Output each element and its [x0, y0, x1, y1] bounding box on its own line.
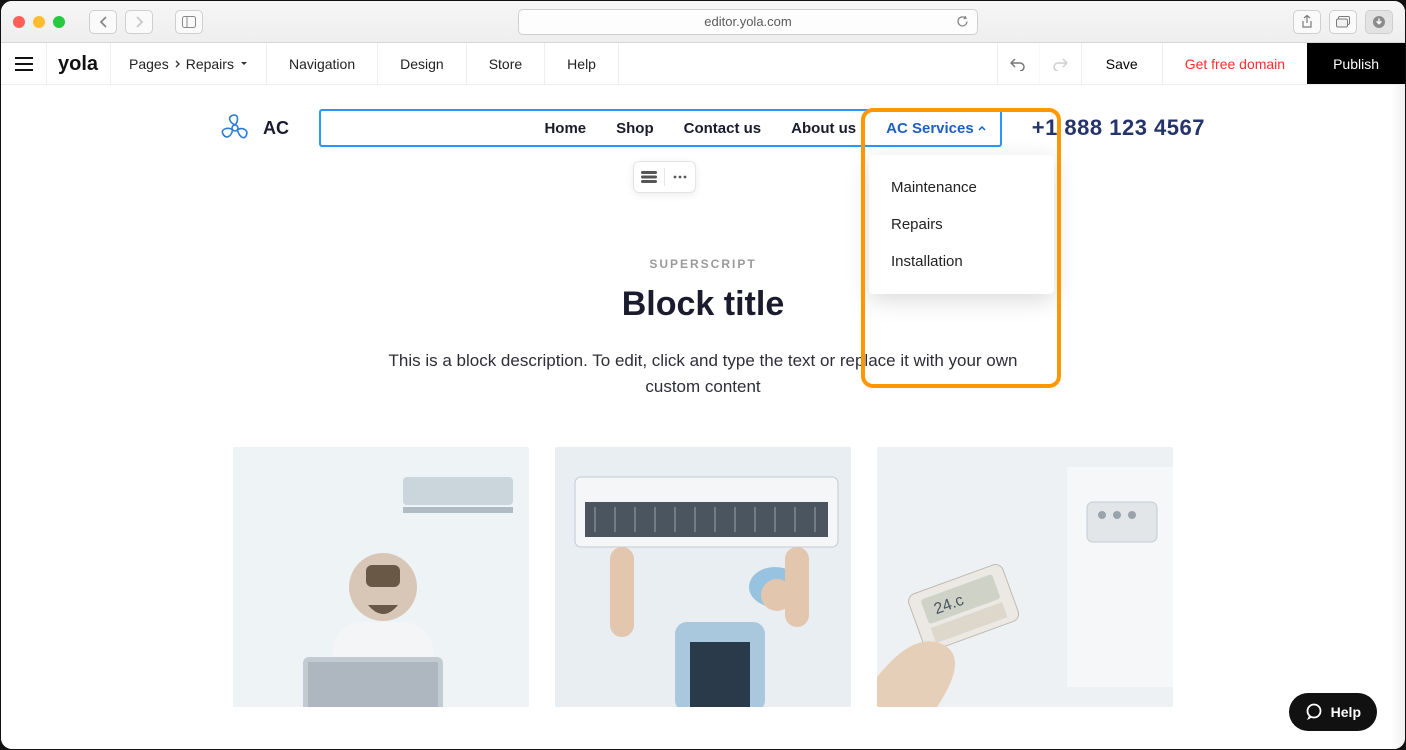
- redo-button[interactable]: [1039, 43, 1081, 84]
- scrollbar[interactable]: [1391, 85, 1405, 749]
- browser-forward-button[interactable]: [125, 10, 153, 34]
- site-header: AC Home Shop Contact us About us AC Serv…: [1, 85, 1405, 147]
- pages-label: Pages: [129, 56, 169, 72]
- card-image-3[interactable]: 24.c: [877, 447, 1173, 707]
- current-page-label: Repairs: [186, 56, 234, 72]
- more-icon[interactable]: [665, 162, 695, 192]
- toolbar-design[interactable]: Design: [378, 43, 467, 84]
- layout-icon[interactable]: [634, 162, 664, 192]
- site-phone[interactable]: +1 888 123 4567: [1032, 115, 1205, 141]
- help-widget[interactable]: Help: [1289, 693, 1377, 731]
- site-nav-selected[interactable]: Home Shop Contact us About us AC Service…: [319, 109, 1002, 147]
- menu-button[interactable]: [1, 43, 47, 84]
- browser-chrome: editor.yola.com: [1, 1, 1405, 43]
- editor-canvas: AC Home Shop Contact us About us AC Serv…: [1, 85, 1405, 749]
- url-text: editor.yola.com: [704, 14, 791, 29]
- dropdown-item-installation[interactable]: Installation: [869, 243, 1054, 280]
- element-toolbar: [633, 161, 696, 193]
- window-controls: [13, 16, 65, 28]
- toolbar-store[interactable]: Store: [467, 43, 545, 84]
- yola-logo[interactable]: yola: [47, 43, 111, 84]
- card-image-1[interactable]: [233, 447, 529, 707]
- browser-back-button[interactable]: [89, 10, 117, 34]
- nav-shop[interactable]: Shop: [616, 120, 654, 137]
- chevron-right-icon: [175, 60, 180, 68]
- app-toolbar: yola Pages Repairs Navigation Design Sto…: [1, 43, 1405, 85]
- chat-icon: [1305, 703, 1323, 721]
- breadcrumb[interactable]: Pages Repairs: [111, 43, 267, 84]
- reload-icon[interactable]: [956, 15, 969, 28]
- chevron-up-icon: [978, 126, 986, 131]
- get-free-domain-button[interactable]: Get free domain: [1162, 43, 1307, 84]
- site-brand[interactable]: AC: [219, 112, 289, 144]
- dropdown-item-maintenance[interactable]: Maintenance: [869, 169, 1054, 206]
- brand-name: AC: [263, 118, 289, 139]
- undo-button[interactable]: [997, 43, 1039, 84]
- share-icon[interactable]: [1293, 10, 1321, 34]
- minimize-window-icon[interactable]: [33, 16, 45, 28]
- publish-button[interactable]: Publish: [1307, 43, 1405, 84]
- card-row: 24.c: [233, 447, 1173, 707]
- toolbar-help[interactable]: Help: [545, 43, 619, 84]
- address-bar[interactable]: editor.yola.com: [518, 9, 978, 35]
- fan-icon: [219, 112, 251, 144]
- sidebar-toggle-icon[interactable]: [175, 10, 203, 34]
- block-description[interactable]: This is a block description. To edit, cl…: [373, 348, 1033, 401]
- block-content: SUPERSCRIPT Block title This is a block …: [213, 257, 1193, 707]
- save-button[interactable]: Save: [1081, 43, 1162, 84]
- dropdown-item-repairs[interactable]: Repairs: [869, 206, 1054, 243]
- maximize-window-icon[interactable]: [53, 16, 65, 28]
- svg-text:yola: yola: [58, 53, 99, 75]
- tabs-icon[interactable]: [1329, 10, 1357, 34]
- services-dropdown: Maintenance Repairs Installation: [869, 155, 1054, 294]
- caret-down-icon: [240, 61, 248, 66]
- nav-home[interactable]: Home: [544, 120, 586, 137]
- toolbar-navigation[interactable]: Navigation: [267, 43, 378, 84]
- card-image-2[interactable]: [555, 447, 851, 707]
- download-icon[interactable]: [1365, 10, 1393, 34]
- nav-services[interactable]: AC Services: [886, 120, 986, 137]
- nav-about[interactable]: About us: [791, 120, 856, 137]
- close-window-icon[interactable]: [13, 16, 25, 28]
- nav-contact[interactable]: Contact us: [684, 120, 762, 137]
